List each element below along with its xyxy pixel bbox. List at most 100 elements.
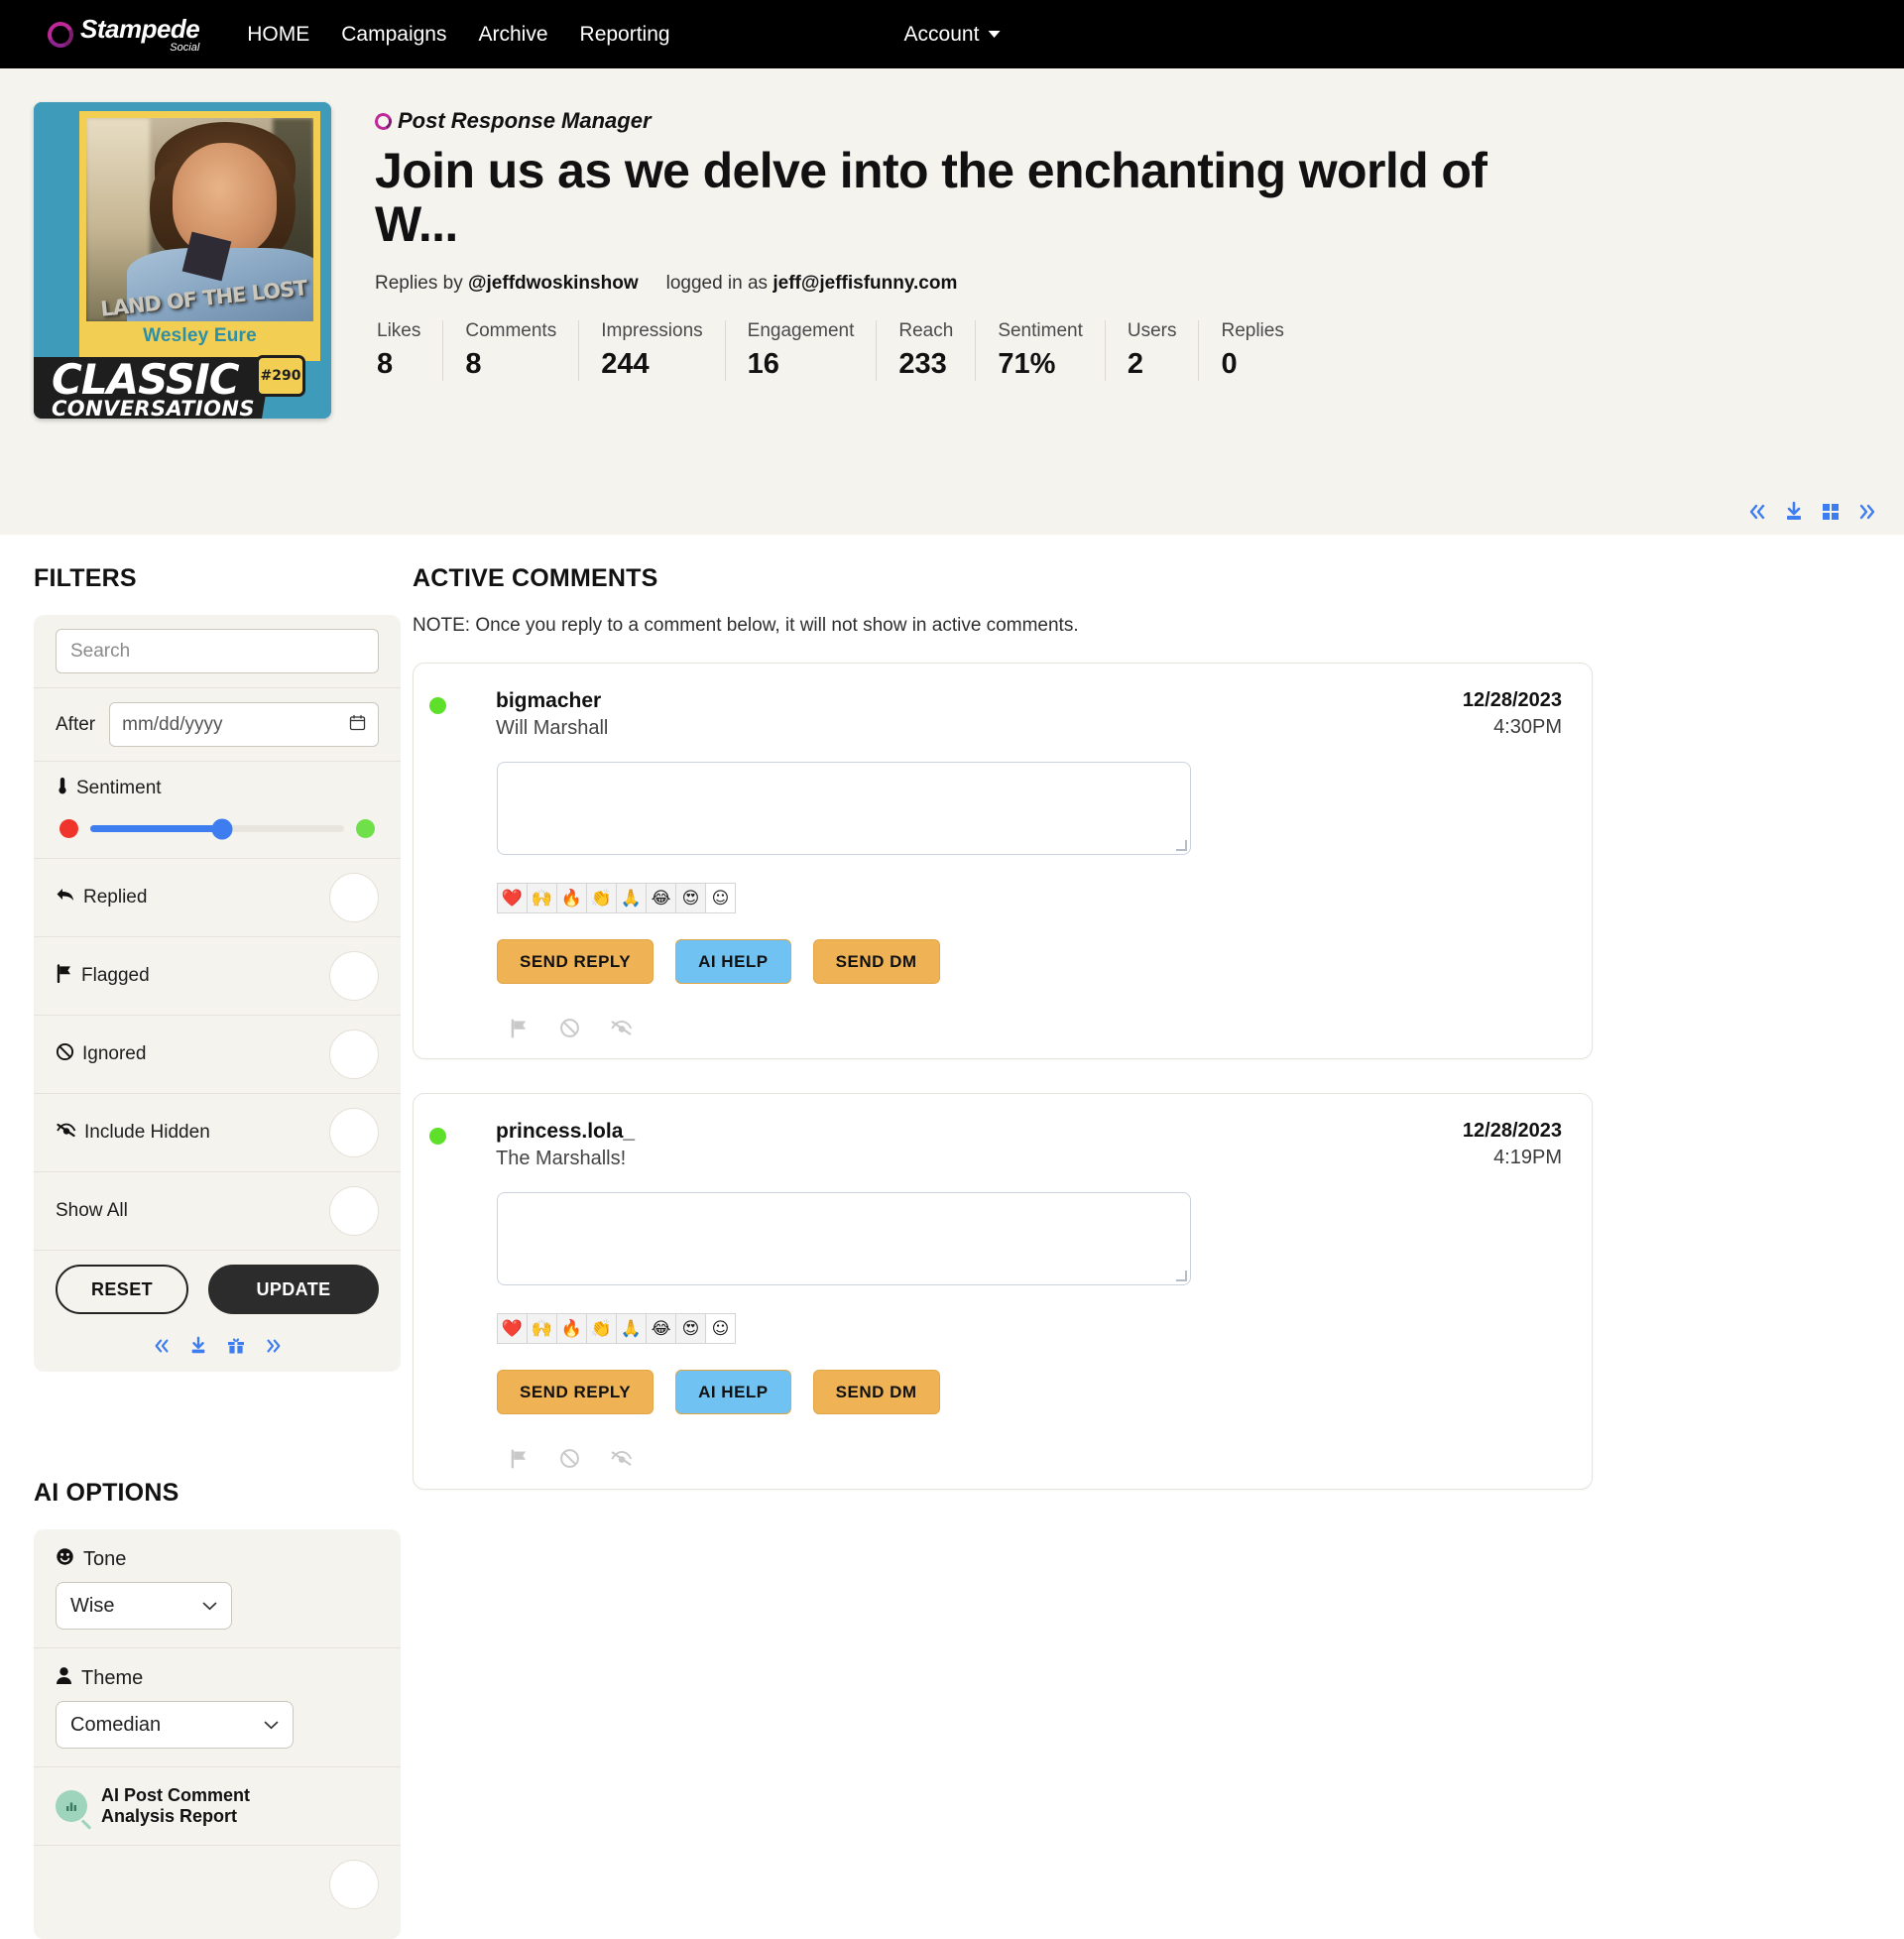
comment-author-handle[interactable]: princess.lola_ (496, 1120, 1463, 1144)
first-page-icon[interactable] (1747, 502, 1767, 522)
theme-row: Theme Comedian (34, 1648, 401, 1767)
ai-post-comment-analysis-report[interactable]: AI Post Comment Analysis Report (34, 1767, 401, 1847)
grid-view-icon[interactable] (1821, 502, 1841, 522)
hide-icon[interactable] (610, 1448, 633, 1469)
last-page-icon[interactable] (264, 1337, 282, 1355)
sentiment-slider-knob[interactable] (211, 818, 233, 839)
active-comments-note: NOTE: Once you reply to a comment below,… (413, 615, 1079, 636)
ai-extra-toggle-row[interactable] (34, 1846, 401, 1923)
block-icon[interactable] (559, 1018, 580, 1038)
hide-icon[interactable] (610, 1018, 633, 1038)
post-thumbnail[interactable]: LAND OF THE LOST Wesley Eure CLASSIC CON… (34, 102, 331, 419)
theme-select[interactable]: Comedian (56, 1701, 294, 1749)
emoji-palette: ❤️ 🙌 🔥 👏 🙏 😂 😍 ☺ (497, 883, 1562, 913)
filter-toggle-ignored[interactable]: Ignored (34, 1016, 401, 1094)
ignored-label-wrap: Ignored (56, 1042, 146, 1067)
account-menu-label: Account (903, 22, 980, 46)
stampede-logo-icon (44, 17, 77, 52)
thumbnail-series-footer: CLASSIC CONVERSATIONS #290 (34, 355, 331, 419)
replied-toggle[interactable] (329, 873, 379, 922)
reset-button[interactable]: RESET (56, 1265, 189, 1314)
nav-link-home[interactable]: HOME (247, 23, 309, 47)
ai-help-button[interactable]: AI HELP (675, 939, 791, 984)
stat-value: 8 (465, 348, 482, 380)
emoji-heart-eyes-button[interactable]: 😍 (675, 1313, 706, 1344)
emoji-heart-eyes-button[interactable]: 😍 (675, 883, 706, 913)
send-dm-button[interactable]: SEND DM (812, 1370, 940, 1414)
send-reply-button[interactable]: SEND REPLY (497, 1370, 654, 1414)
chevron-down-icon (202, 1598, 217, 1615)
brand-name: Stampede (80, 13, 200, 44)
send-dm-button[interactable]: SEND DM (812, 939, 940, 984)
emoji-picker-button[interactable]: ☺ (705, 883, 736, 913)
ai-extra-toggle[interactable] (329, 1860, 379, 1910)
emoji-fire-button[interactable]: 🔥 (556, 883, 587, 913)
account-menu[interactable]: Account (904, 23, 1001, 47)
comment-author-handle[interactable]: bigmacher (496, 689, 1463, 713)
filter-toggle-flagged[interactable]: Flagged (34, 937, 401, 1016)
thermometer-icon (56, 776, 69, 801)
header-toolbar (1747, 501, 1876, 523)
emoji-clap-button[interactable]: 👏 (586, 883, 617, 913)
stat-label: Likes (377, 320, 421, 341)
emoji-pray-button[interactable]: 🙏 (616, 883, 647, 913)
emoji-pray-button[interactable]: 🙏 (616, 1313, 647, 1344)
reply-arrow-icon (56, 887, 75, 909)
ai-help-button[interactable]: AI HELP (675, 1370, 791, 1414)
emoji-picker-button[interactable]: ☺ (705, 1313, 736, 1344)
replies-by-handle: @jeffdwoskinshow (468, 273, 639, 294)
nav-link-reporting[interactable]: Reporting (580, 23, 670, 47)
reply-textarea[interactable] (497, 762, 1191, 855)
block-icon[interactable] (559, 1448, 580, 1469)
emoji-heart-button[interactable]: ❤️ (497, 1313, 528, 1344)
filters-title: FILTERS (34, 564, 137, 592)
ignored-toggle[interactable] (329, 1030, 379, 1079)
update-button[interactable]: UPDATE (208, 1265, 379, 1314)
emoji-joy-button[interactable]: 😂 (646, 1313, 676, 1344)
stat-value: 0 (1221, 348, 1238, 380)
search-input[interactable] (56, 629, 379, 673)
flag-icon[interactable] (509, 1448, 530, 1469)
emoji-raised-hands-button[interactable]: 🙌 (527, 883, 557, 913)
sentiment-slider-track[interactable] (90, 818, 344, 839)
sentiment-slider[interactable] (56, 818, 379, 844)
flagged-toggle[interactable] (329, 951, 379, 1001)
show-all-toggle[interactable] (329, 1186, 379, 1236)
filter-toggle-include-hidden[interactable]: Include Hidden (34, 1094, 401, 1172)
status-indicator-dot (429, 1128, 446, 1145)
download-icon[interactable] (1783, 501, 1805, 523)
active-comments-title: ACTIVE COMMENTS (413, 564, 658, 592)
stat-value: 244 (601, 348, 650, 380)
flagged-label-wrap: Flagged (56, 963, 150, 989)
stat-label: Sentiment (998, 320, 1083, 341)
tone-select[interactable]: Wise (56, 1582, 232, 1630)
include-hidden-toggle[interactable] (329, 1108, 379, 1157)
flag-icon[interactable] (509, 1018, 530, 1038)
emoji-clap-button[interactable]: 👏 (586, 1313, 617, 1344)
calendar-icon (349, 714, 366, 736)
comment-footer-actions (509, 1018, 1562, 1038)
nav-link-archive[interactable]: Archive (479, 23, 548, 47)
first-page-icon[interactable] (153, 1337, 171, 1355)
search-row (34, 615, 401, 688)
emoji-fire-button[interactable]: 🔥 (556, 1313, 587, 1344)
filter-toggle-show-all[interactable]: Show All (34, 1172, 401, 1251)
filter-toggle-replied[interactable]: Replied (34, 859, 401, 937)
emoji-joy-button[interactable]: 😂 (646, 883, 676, 913)
comment-time: 4:19PM (1493, 1147, 1562, 1168)
gift-icon[interactable] (226, 1336, 246, 1356)
thumbnail-photo: LAND OF THE LOST (79, 111, 320, 322)
after-date-input[interactable]: mm/dd/yyyy (109, 702, 379, 747)
download-icon[interactable] (188, 1336, 208, 1356)
last-page-icon[interactable] (1856, 502, 1876, 522)
emoji-raised-hands-button[interactable]: 🙌 (527, 1313, 557, 1344)
emoji-heart-button[interactable]: ❤️ (497, 883, 528, 913)
tone-label-wrap: Tone (56, 1547, 379, 1572)
nav-link-campaigns[interactable]: Campaigns (341, 23, 446, 47)
brand-logo[interactable]: Stampede Social (44, 13, 200, 54)
send-reply-button[interactable]: SEND REPLY (497, 939, 654, 984)
sentiment-filter-row: Sentiment (34, 762, 401, 859)
reply-textarea[interactable] (497, 1192, 1191, 1285)
comment-card: princess.lola_ The Marshalls! 12/28/2023… (413, 1093, 1593, 1490)
top-navigation-bar: Stampede Social HOME Campaigns Archive R… (0, 0, 1904, 68)
